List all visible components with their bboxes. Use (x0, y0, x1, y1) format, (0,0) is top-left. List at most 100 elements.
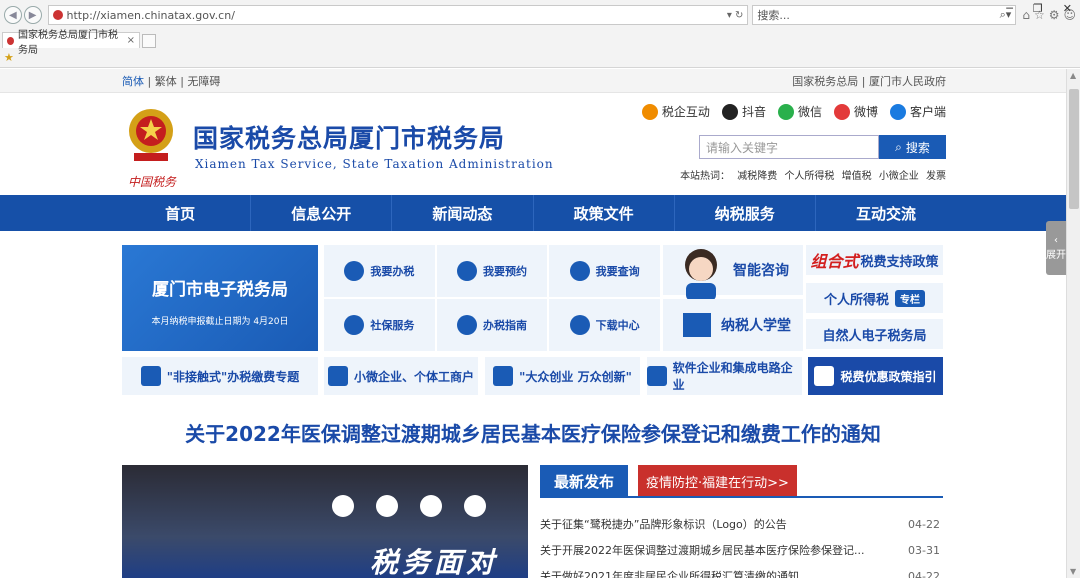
news-date: 04-22 (908, 569, 940, 578)
social-interaction-link[interactable]: 税企互动 (641, 103, 710, 120)
photo-banner-text: 税务面对 (370, 546, 499, 578)
nav-home[interactable]: 首页 (110, 195, 252, 231)
hot-word[interactable]: 减税降费 (737, 171, 777, 182)
address-bar[interactable]: http://xiamen.chinatax.gov.cn/ ▾ ↻ (47, 5, 749, 25)
service-guide[interactable]: 办税指南 (436, 299, 548, 351)
social-douyin-link[interactable]: 抖音 (721, 103, 766, 120)
news-date: 04-22 (908, 517, 940, 531)
service-download[interactable]: 下载中心 (549, 299, 660, 351)
service-appointment[interactable]: 我要预约 (436, 245, 548, 297)
iit-column-link[interactable]: 个人所得税 专栏 (806, 283, 943, 313)
search-icon: ⌕ (895, 139, 902, 154)
news-tabs: 最新发布 疫情防控·福建在行动>> (540, 465, 797, 498)
lang-traditional-link[interactable]: 繁体 (155, 75, 177, 88)
tab-covid[interactable]: 疫情防控·福建在行动>> (638, 465, 797, 498)
browser-chrome: ◀ ▶ http://xiamen.chinatax.gov.cn/ ▾ ↻ 搜… (0, 0, 1080, 68)
scrollbar-thumb[interactable] (1069, 89, 1079, 209)
etax-title: 厦门市电子税务局 (152, 280, 288, 300)
download-icon (569, 315, 590, 335)
hot-word[interactable]: 小微企业 (879, 171, 919, 182)
scroll-up-icon[interactable]: ▲ (1070, 71, 1076, 80)
nav-interaction[interactable]: 互动交流 (816, 195, 956, 231)
etax-bureau-card[interactable]: 厦门市电子税务局 本月纳税申报截止日期为 4月20日 (122, 245, 318, 351)
service-agent-avatar-icon (685, 249, 717, 301)
social-client-link[interactable]: 客户端 (889, 103, 946, 120)
news-title: 关于开展2022年医保调整过渡期城乡居民基本医疗保险参保登记... (540, 544, 865, 557)
browser-nav-row: ◀ ▶ http://xiamen.chinatax.gov.cn/ ▾ ↻ 搜… (0, 0, 1080, 30)
row3-software-ic[interactable]: 软件企业和集成电路企业 (647, 357, 802, 395)
tab-close-icon[interactable]: × (127, 35, 135, 46)
favorites-add-icon[interactable]: ★ (4, 51, 14, 64)
list-item[interactable]: 关于征集“鹭税捷办”品牌形象标识（Logo）的公告 04-22 (540, 511, 940, 537)
scroll-down-icon[interactable]: ▼ (1070, 567, 1076, 576)
news-date: 03-31 (908, 543, 940, 557)
tab-latest[interactable]: 最新发布 (540, 465, 629, 498)
hot-word[interactable]: 个人所得税 (784, 171, 834, 182)
browser-search-placeholder: 搜索... (757, 9, 790, 22)
expand-float-button[interactable]: ‹ 展开 (1046, 221, 1066, 275)
hot-word[interactable]: 发票 (926, 171, 946, 182)
nav-policy[interactable]: 政策文件 (534, 195, 675, 231)
photo-logos (332, 495, 486, 517)
etax-deadline-note: 本月纳税申报截止日期为 4月20日 (151, 317, 289, 327)
nav-tax-service[interactable]: 纳税服务 (675, 195, 816, 231)
list-item[interactable]: 关于开展2022年医保调整过渡期城乡居民基本医疗保险参保登记... 03-31 (540, 537, 940, 563)
news-title: 关于征集“鹭税捷办”品牌形象标识（Logo）的公告 (540, 518, 787, 531)
refresh-icon[interactable]: ▾ ↻ (727, 10, 744, 21)
nav-news[interactable]: 新闻动态 (392, 195, 534, 231)
back-icon[interactable]: ◀ (4, 6, 22, 24)
top-external-links[interactable]: 国家税务总局 | 厦门市人民政府 (792, 73, 946, 89)
combo-policy-link[interactable]: 组合式 税费支持政策 (806, 245, 943, 275)
accessible-link[interactable]: 无障碍 (187, 75, 220, 88)
forward-icon[interactable]: ▶ (23, 6, 42, 24)
address-url[interactable]: http://xiamen.chinatax.gov.cn/ (67, 9, 727, 22)
building-icon (647, 366, 667, 386)
service-handle-tax[interactable]: 我要办税 (324, 245, 435, 297)
logo-icon (420, 495, 442, 517)
row3-contactless[interactable]: "非接触式"办税缴费专题 (122, 357, 318, 395)
compass-icon (456, 315, 477, 335)
hot-word[interactable]: 增值税 (842, 171, 872, 182)
hot-words-label: 本站热词： (680, 171, 731, 182)
tab-title: 国家税务总局厦门市税务局 (17, 29, 118, 56)
news-title: 关于做好2021年度非居民企业所得税汇算清缴的通知 (540, 570, 799, 578)
service-social-security[interactable]: 社保服务 (324, 299, 435, 351)
national-emblem-icon (129, 109, 173, 161)
douyin-icon (721, 103, 738, 120)
taxpayer-school-card[interactable]: 纳税人学堂 (663, 299, 803, 351)
page-scrollbar[interactable]: ▲ ▼ (1066, 69, 1080, 578)
natural-person-etax-link[interactable]: 自然人电子税务局 (806, 319, 943, 349)
social-links: 税企互动 抖音 微信 微博 客户端 (641, 103, 946, 120)
site-search: 请输入关键字 ⌕ 搜索 (699, 135, 946, 159)
browser-search-box[interactable]: 搜索... ⌕▾ (752, 5, 1017, 25)
top-utility-bar: 简体 | 繁体 | 无障碍 国家税务总局 | 厦门市人民政府 (0, 69, 1066, 93)
row3-preferential-policy[interactable]: 税费优惠政策指引 (808, 357, 943, 395)
chevron-left-icon: ‹ (1054, 235, 1058, 246)
row3-small-business[interactable]: 小微企业、个体工商户 (324, 357, 478, 395)
new-tab-button[interactable] (142, 34, 156, 48)
window-controls: ─ ❐ ✕ (1006, 2, 1072, 15)
nav-info-disclosure[interactable]: 信息公开 (251, 195, 393, 231)
site-title[interactable]: 国家税务总局厦门市税务局 (193, 119, 505, 155)
close-window-icon[interactable]: ✕ (1063, 2, 1072, 15)
browser-tab[interactable]: 国家税务总局厦门市税务局 × (2, 30, 140, 56)
social-weibo-link[interactable]: 微博 (833, 103, 878, 120)
main-navigation: 首页 信息公开 新闻动态 政策文件 纳税服务 互动交流 (0, 195, 1066, 231)
favorites-bar: ★ (0, 48, 1080, 66)
wechat-icon (777, 103, 794, 120)
weibo-icon (833, 103, 850, 120)
headline-notice[interactable]: 关于2022年医保调整过渡期城乡居民基本医疗保险参保登记和缴费工作的通知 (0, 418, 1066, 447)
people-icon (493, 366, 514, 386)
person-plus-icon (327, 366, 348, 386)
maximize-icon[interactable]: ❐ (1033, 2, 1043, 15)
minimize-icon[interactable]: ─ (1006, 2, 1013, 15)
news-photo[interactable]: 税务面对 (122, 465, 528, 578)
social-wechat-link[interactable]: 微信 (777, 103, 822, 120)
site-header: 中国税务 国家税务总局厦门市税务局 Xiamen Tax Service, St… (0, 93, 1066, 195)
list-item[interactable]: 关于做好2021年度非居民企业所得税汇算清缴的通知 04-22 (540, 563, 940, 578)
row3-entrepreneurship[interactable]: "大众创业 万众创新" (485, 357, 640, 395)
service-query[interactable]: 我要查询 (549, 245, 660, 297)
site-search-button[interactable]: ⌕ 搜索 (879, 135, 946, 159)
lang-simplified-link[interactable]: 简体 (122, 75, 144, 88)
site-search-input[interactable]: 请输入关键字 (699, 135, 879, 159)
